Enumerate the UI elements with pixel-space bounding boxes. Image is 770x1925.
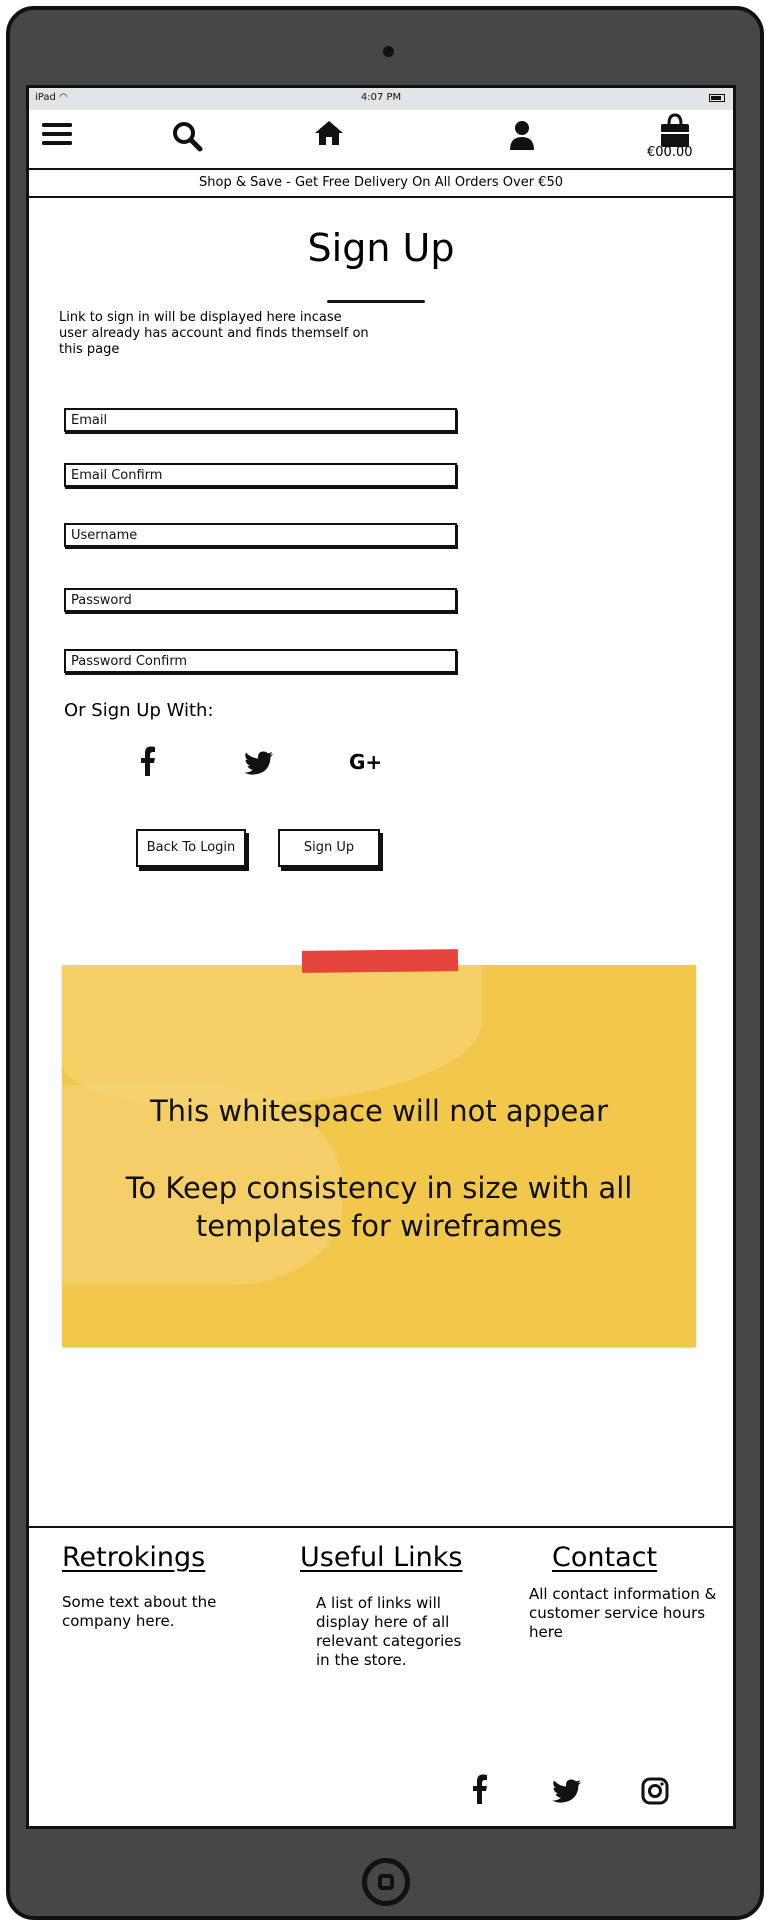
footer-twitter-icon[interactable] <box>552 1779 582 1803</box>
email-field[interactable] <box>64 408 457 432</box>
home-icon[interactable] <box>314 120 344 146</box>
footer-useful-links-title[interactable]: Useful Links <box>300 1542 463 1573</box>
footer-divider <box>29 1526 733 1528</box>
sign-up-button[interactable]: Sign Up <box>278 829 380 867</box>
navbar: €00.00 <box>29 110 733 168</box>
footer-facebook-icon[interactable] <box>472 1774 488 1804</box>
sticky-tape <box>301 949 459 973</box>
google-plus-icon[interactable]: G+ <box>349 750 382 774</box>
page-title: Sign Up <box>307 226 455 270</box>
status-time: 4:07 PM <box>360 92 402 103</box>
password-field[interactable] <box>64 588 457 612</box>
hamburger-menu-icon[interactable] <box>42 122 72 146</box>
screen: iPad ◠ 4:07 PM €00.00 Shop & Save - Get … <box>26 85 736 1829</box>
footer-links-text: A list of links will display here of all… <box>316 1594 462 1669</box>
social-signup-label: Or Sign Up With: <box>64 700 214 721</box>
footer-instagram-icon[interactable] <box>641 1777 669 1805</box>
battery-icon <box>709 94 725 102</box>
user-icon[interactable] <box>509 120 535 150</box>
search-icon[interactable] <box>171 120 203 152</box>
footer-contact-title: Contact <box>552 1542 658 1573</box>
footer-retrokings-title: Retrokings <box>62 1542 206 1573</box>
title-underline <box>327 300 425 303</box>
facebook-icon[interactable] <box>140 746 156 776</box>
password-confirm-field[interactable] <box>64 649 457 673</box>
camera-dot <box>383 46 394 57</box>
back-to-login-button[interactable]: Back To Login <box>136 829 246 867</box>
sticky-note-line-1: This whitespace will not appear <box>149 1094 609 1128</box>
email-confirm-field[interactable] <box>64 463 457 487</box>
username-field[interactable] <box>64 523 457 547</box>
footer-contact-text: All contact information & customer servi… <box>529 1585 717 1641</box>
cart-total[interactable]: €00.00 <box>647 145 693 160</box>
sticky-note-line-2: To Keep consistency in size with all tem… <box>125 1171 633 1243</box>
sign-in-note: Link to sign in will be displayed here i… <box>59 310 369 357</box>
status-bar: iPad ◠ 4:07 PM <box>29 88 733 110</box>
twitter-icon[interactable] <box>244 751 274 775</box>
home-button[interactable] <box>362 1858 410 1906</box>
footer-about-text: Some text about the company here. <box>62 1593 217 1630</box>
sticky-note: This whitespace will not appear To Keep … <box>62 965 696 1347</box>
promo-banner: Shop & Save - Get Free Delivery On All O… <box>29 168 733 198</box>
shopping-bag-icon[interactable] <box>658 112 692 148</box>
